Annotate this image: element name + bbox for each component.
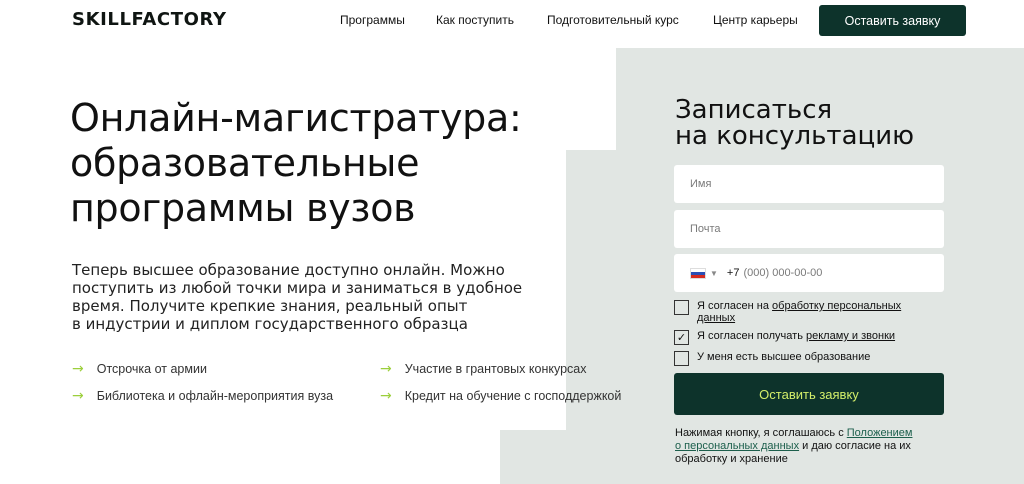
personal-data-link[interactable]: данных: [697, 312, 735, 324]
consent-text: Я согласен получать: [697, 330, 806, 342]
feature-item: → Отсрочка от армии: [72, 361, 207, 377]
higher-education-label: У меня есть высшее образование: [697, 351, 871, 363]
disclaimer-text: обработку и хранение: [675, 453, 788, 465]
russia-flag-icon[interactable]: [690, 267, 706, 279]
higher-education-checkbox[interactable]: [674, 351, 689, 366]
page-title: Онлайн‑магистратура: образовательные про…: [70, 96, 570, 231]
email-field[interactable]: Почта: [674, 210, 944, 248]
nav-programs[interactable]: Программы: [340, 13, 405, 27]
arrow-right-icon: →: [72, 361, 84, 377]
consent-personal-data[interactable]: Я согласен на обработку персональных дан…: [674, 300, 901, 324]
background-step: [500, 430, 566, 484]
arrow-right-icon: →: [72, 388, 84, 404]
consent-ads-label: Я согласен получать рекламу и звонки: [697, 330, 895, 342]
higher-education-option[interactable]: У меня есть высшее образование: [674, 351, 870, 366]
email-placeholder: Почта: [690, 223, 721, 235]
disclaimer-text: и даю согласие на их: [799, 440, 911, 452]
personal-data-link[interactable]: обработку персональных: [772, 300, 901, 312]
consent-ads-checkbox[interactable]: ✓: [674, 330, 689, 345]
phone-placeholder: (000) 000-00-00: [743, 267, 823, 279]
privacy-policy-link[interactable]: о персональных данных: [675, 440, 799, 452]
feature-label: Кредит на обучение с господдержкой: [404, 389, 622, 403]
disclaimer-text: Нажимая кнопку, я соглашаюсь с: [675, 427, 847, 439]
form-title-line: Записаться: [675, 95, 833, 125]
consent-personal-label: Я согласен на обработку персональных дан…: [697, 300, 901, 324]
background-step: [566, 48, 616, 150]
feature-label: Отсрочка от армии: [96, 362, 207, 376]
description-line: в индустрии и диплом государственного об…: [72, 315, 468, 333]
title-line: программы вузов: [70, 186, 416, 230]
arrow-right-icon: →: [380, 388, 392, 404]
nav-career-center[interactable]: Центр карьеры: [713, 13, 798, 27]
name-placeholder: Имя: [690, 178, 712, 190]
description-line: время. Получите крепкие знания, реальный…: [72, 297, 468, 315]
feature-item: → Кредит на обучение с господдержкой: [380, 388, 621, 404]
checkmark-icon: ✓: [676, 331, 687, 344]
form-title: Записаться на консультацию: [675, 97, 914, 149]
title-line: образовательные: [70, 141, 420, 185]
phone-field[interactable]: ▼ +7 (000) 000-00-00: [674, 254, 944, 292]
feature-label: Участие в грантовых конкурсах: [404, 362, 587, 376]
consent-text: Я согласен на: [697, 300, 773, 312]
feature-item: → Библиотека и офлайн-мероприятия вуза: [72, 388, 333, 404]
title-line: Онлайн‑магистратура:: [70, 96, 522, 140]
arrow-right-icon: →: [380, 361, 392, 377]
ads-link[interactable]: рекламу и звонки: [806, 330, 895, 342]
feature-label: Библиотека и офлайн-мероприятия вуза: [96, 389, 334, 403]
privacy-policy-link[interactable]: Положением: [847, 427, 913, 439]
nav-admission[interactable]: Как поступить: [436, 13, 514, 27]
nav-prep-course[interactable]: Подготовительный курс: [547, 13, 679, 27]
logo[interactable]: SKILLFACTORY: [72, 9, 227, 30]
phone-country-code: +7: [726, 267, 740, 279]
chevron-down-icon[interactable]: ▼: [710, 269, 718, 278]
header-apply-button[interactable]: Оставить заявку: [819, 5, 966, 36]
consent-disclaimer: Нажимая кнопку, я соглашаюсь с Положение…: [675, 427, 950, 466]
name-field[interactable]: Имя: [674, 165, 944, 203]
feature-item: → Участие в грантовых конкурсах: [380, 361, 586, 377]
hero-description: Теперь высшее образование доступно онлай…: [72, 261, 572, 333]
form-title-line: на консультацию: [675, 121, 914, 151]
submit-button[interactable]: Оставить заявку: [674, 373, 944, 415]
consent-personal-checkbox[interactable]: [674, 300, 689, 315]
consent-ads[interactable]: ✓ Я согласен получать рекламу и звонки: [674, 330, 895, 345]
description-line: Теперь высшее образование доступно онлай…: [72, 261, 505, 279]
description-line: поступить из любой точки мира и занимать…: [72, 279, 523, 297]
